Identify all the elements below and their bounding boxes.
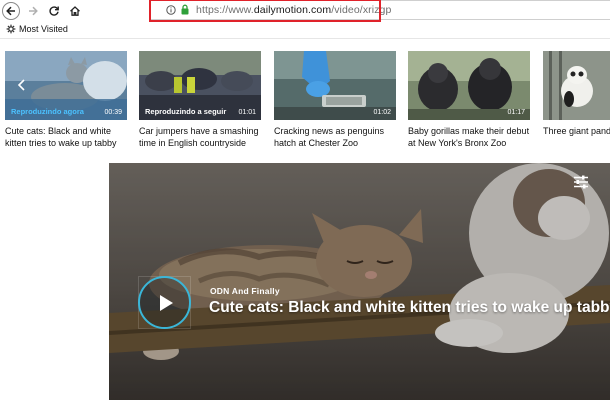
video-thumbnail[interactable]: 01:02 [274, 51, 396, 120]
video-duration: 01:01 [238, 109, 256, 116]
reload-button[interactable] [45, 2, 63, 20]
video-thumbnail[interactable]: 01:17 [408, 51, 530, 120]
bookmark-label: Most Visited [19, 24, 68, 34]
browser-toolbar: https://www.dailymotion.com/video/xrizgp [0, 0, 610, 22]
video-card[interactable]: 01:02 Cracking news as penguins hatch at… [274, 51, 396, 149]
gear-icon [6, 24, 16, 34]
video-thumbnail[interactable]: Reproduzindo agora 00:39 [5, 51, 127, 120]
home-icon [70, 6, 80, 16]
video-card[interactable]: 01:17 Baby gorillas make their debut at … [408, 51, 530, 149]
back-button[interactable] [2, 2, 20, 20]
arrow-left-icon [6, 6, 15, 16]
related-videos-strip: Reproduzindo agora 00:39 Cute cats: Blac… [0, 40, 610, 152]
up-next-label: Reproduzindo a seguir [145, 107, 227, 116]
video-card[interactable]: Three giant panda... disease [543, 51, 610, 137]
video-card[interactable]: Reproduzindo agora 00:39 Cute cats: Blac… [5, 51, 127, 149]
video-duration: 01:17 [507, 109, 525, 116]
video-duration: 00:39 [104, 109, 122, 116]
thumbnail-image [543, 51, 610, 120]
play-button[interactable] [138, 276, 191, 329]
video-thumbnail[interactable]: Reproduzindo a seguir 01:01 [139, 51, 261, 120]
video-player[interactable]: ODN And Finally Cute cats: Black and whi… [109, 163, 610, 400]
video-thumbnail[interactable] [543, 51, 610, 120]
url-highlight-box [149, 0, 381, 22]
video-card[interactable]: Reproduzindo a seguir 01:01 Car jumpers … [139, 51, 261, 149]
video-title[interactable]: Car jumpers have a smashing time in Engl… [139, 125, 263, 149]
play-icon [159, 294, 173, 311]
sliders-icon [574, 175, 588, 189]
video-title[interactable]: Three giant panda... disease [543, 125, 610, 137]
video-title[interactable]: Cute cats: Black and white kitten tries … [5, 125, 129, 149]
arrow-right-icon [29, 6, 38, 16]
video-title[interactable]: Cracking news as penguins hatch at Chest… [274, 125, 398, 149]
forward-button[interactable] [24, 2, 42, 20]
reload-icon [49, 6, 59, 16]
video-duration: 01:02 [373, 109, 391, 116]
settings-button[interactable] [573, 175, 589, 194]
channel-name[interactable]: ODN And Finally [210, 286, 280, 296]
bookmarks-bar: Most Visited [0, 22, 610, 39]
home-button[interactable] [66, 2, 84, 20]
now-playing-label: Reproduzindo agora [11, 107, 84, 116]
chevron-left-icon[interactable] [17, 79, 27, 91]
bookmark-most-visited[interactable]: Most Visited [6, 24, 68, 34]
video-title[interactable]: Baby gorillas make their debut at New Yo… [408, 125, 532, 149]
video-title-overlay: Cute cats: Black and white kitten tries … [209, 299, 610, 316]
